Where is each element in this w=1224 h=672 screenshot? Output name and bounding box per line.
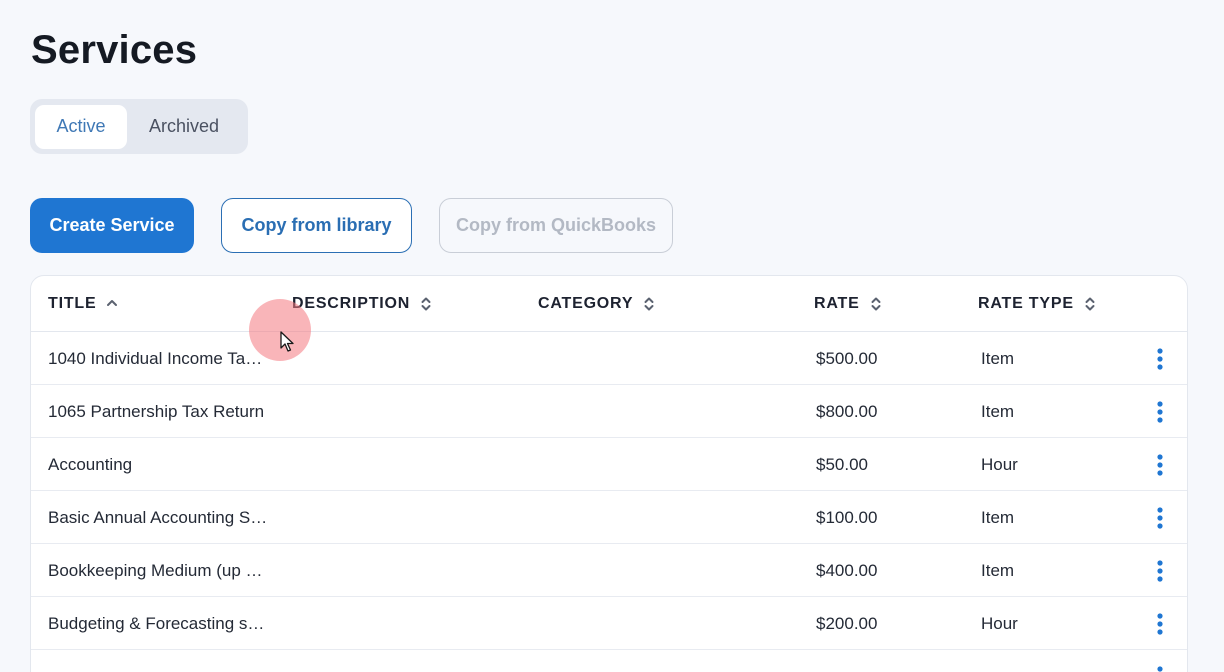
service-rate-type-cell: Item — [981, 507, 1015, 527]
more-vertical-icon[interactable] — [1147, 438, 1173, 491]
table-row-partial[interactable] — [31, 650, 1187, 672]
sort-icon — [420, 295, 432, 313]
more-vertical-icon[interactable] — [1147, 385, 1173, 438]
column-header-rate-type-label: RATE TYPE — [978, 295, 1074, 312]
copy-from-library-button[interactable]: Copy from library — [221, 198, 412, 253]
tab-active[interactable]: Active — [35, 104, 127, 149]
more-vertical-icon[interactable] — [1147, 650, 1173, 672]
table-row[interactable]: Bookkeeping Medium (up … $400.00 Item — [31, 544, 1187, 597]
column-header-rate-label: RATE — [814, 295, 860, 312]
service-rate-type-cell: Item — [981, 401, 1015, 421]
service-rate-cell: $100.00 — [816, 507, 878, 527]
page-title: Services — [31, 28, 198, 72]
more-vertical-icon[interactable] — [1147, 544, 1173, 597]
service-rate-type-cell: Item — [981, 348, 1015, 368]
sort-icon — [870, 295, 882, 313]
service-rate-cell: $800.00 — [816, 401, 878, 421]
column-header-title[interactable]: TITLE — [48, 276, 118, 332]
status-tabs: Active Archived — [30, 99, 248, 154]
column-header-title-label: TITLE — [48, 295, 97, 312]
column-header-rate-type[interactable]: RATE TYPE — [978, 276, 1096, 332]
table-row[interactable]: Accounting $50.00 Hour — [31, 438, 1187, 491]
service-title-cell: Accounting — [48, 454, 133, 474]
service-rate-type-cell: Hour — [981, 613, 1018, 633]
sort-icon — [1084, 295, 1096, 313]
column-header-category-label: CATEGORY — [538, 295, 634, 312]
more-vertical-icon[interactable] — [1147, 597, 1173, 650]
table-row[interactable]: 1065 Partnership Tax Return $800.00 Item — [31, 385, 1187, 438]
service-rate-type-cell: Item — [981, 560, 1015, 580]
table-row[interactable]: Budgeting & Forecasting s… $200.00 Hour — [31, 597, 1187, 650]
service-rate-cell: $50.00 — [816, 454, 868, 474]
more-vertical-icon[interactable] — [1147, 332, 1173, 385]
column-header-rate[interactable]: RATE — [814, 276, 882, 332]
service-title-cell: 1065 Partnership Tax Return — [48, 401, 265, 421]
table-row[interactable]: Basic Annual Accounting S… $100.00 Item — [31, 491, 1187, 544]
create-service-button[interactable]: Create Service — [30, 198, 194, 253]
table-row[interactable]: 1040 Individual Income Ta… $500.00 Item — [31, 332, 1187, 385]
column-header-description-label: DESCRIPTION — [292, 295, 411, 312]
column-header-category[interactable]: CATEGORY — [538, 276, 655, 332]
services-page: Services Active Archived Create Service … — [0, 0, 1224, 672]
service-title-cell: Bookkeeping Medium (up … — [48, 560, 263, 580]
service-rate-cell: $400.00 — [816, 560, 878, 580]
services-table: TITLE DESCRIPTION CATEGORY RATE RATE TYP… — [30, 275, 1188, 672]
service-rate-cell: $500.00 — [816, 348, 878, 368]
service-title-cell: Budgeting & Forecasting s… — [48, 613, 265, 633]
column-header-description[interactable]: DESCRIPTION — [292, 276, 432, 332]
table-header: TITLE DESCRIPTION CATEGORY RATE RATE TYP… — [31, 276, 1187, 332]
more-vertical-icon[interactable] — [1147, 491, 1173, 544]
tab-archived[interactable]: Archived — [127, 105, 241, 149]
service-title-cell: Basic Annual Accounting S… — [48, 507, 268, 527]
copy-from-quickbooks-button: Copy from QuickBooks — [439, 198, 673, 253]
service-rate-cell: $200.00 — [816, 613, 878, 633]
service-title-cell: 1040 Individual Income Ta… — [48, 348, 263, 368]
chevron-up-icon — [106, 299, 118, 309]
sort-icon — [643, 295, 655, 313]
service-rate-type-cell: Hour — [981, 454, 1018, 474]
